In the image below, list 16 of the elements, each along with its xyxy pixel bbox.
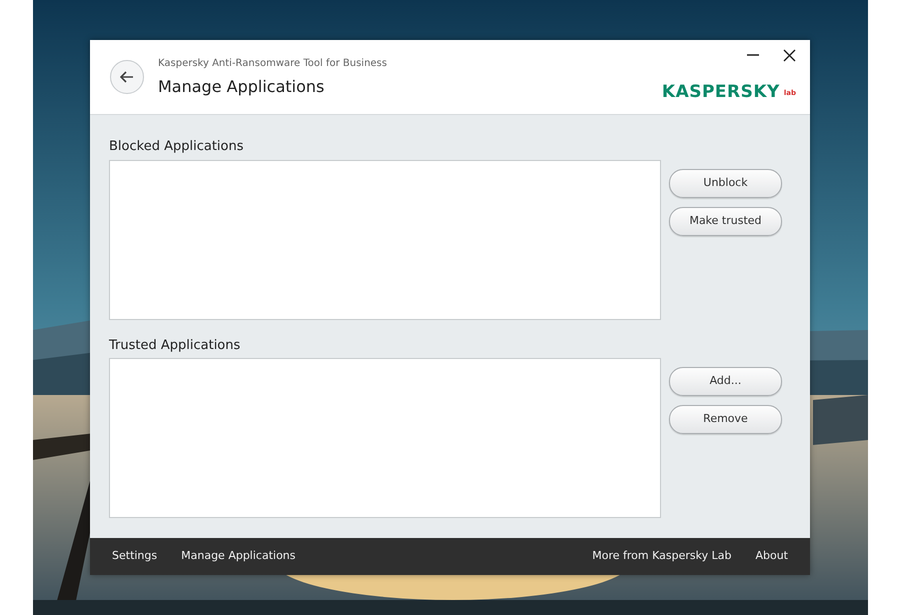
action-button[interactable]: Remove	[669, 405, 782, 434]
action-button[interactable]: Make trusted	[669, 206, 782, 236]
footer-link[interactable]: Settings	[112, 548, 158, 565]
action-button[interactable]: Unblock	[669, 168, 782, 198]
footer-link[interactable]: Manage Applications	[181, 548, 296, 565]
window-title: Manage Applications	[158, 76, 326, 98]
back-arrow-icon	[120, 71, 134, 83]
logo: KASPERSKY	[662, 81, 780, 104]
footer-link[interactable]: More from Kaspersky Lab	[592, 548, 732, 565]
app-name: Kaspersky Anti-Ransomware Tool for Business	[158, 56, 388, 70]
footer-link[interactable]: About	[755, 548, 788, 565]
back-button[interactable]	[110, 60, 144, 94]
close-icon	[783, 48, 796, 62]
section-label: Trusted Applications	[109, 336, 242, 354]
action-button[interactable]: Add...	[669, 367, 782, 396]
section-label: Blocked Applications	[109, 138, 244, 156]
